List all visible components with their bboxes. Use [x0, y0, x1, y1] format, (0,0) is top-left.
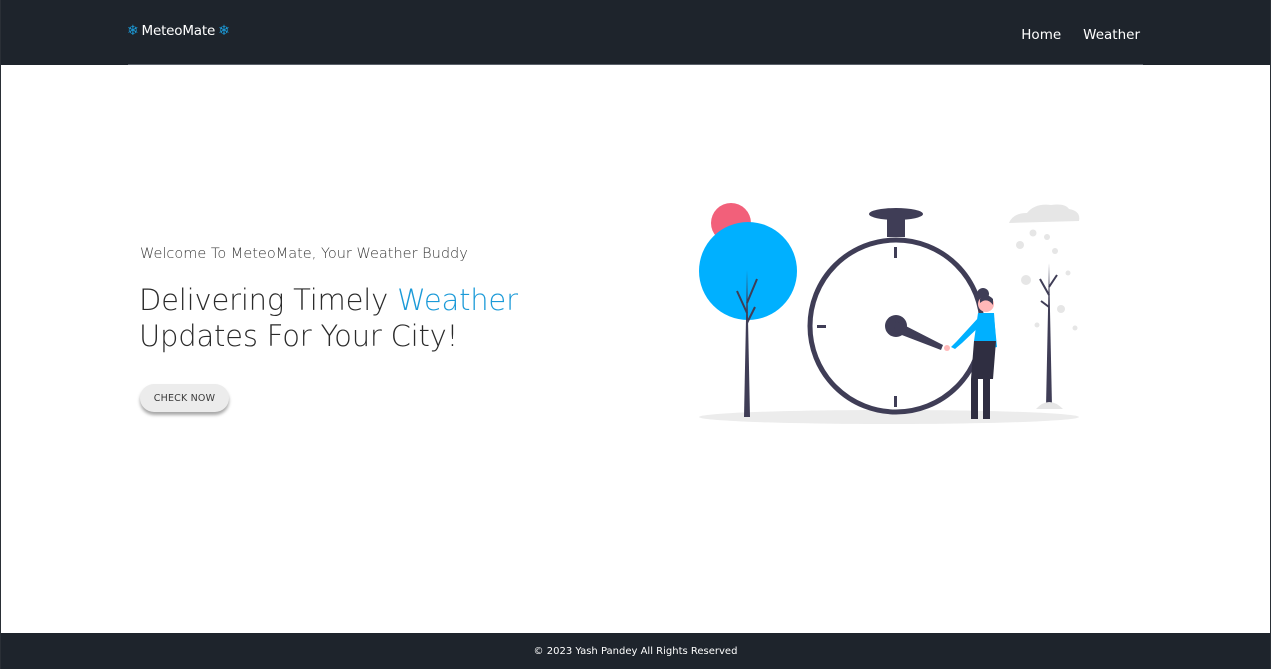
footer: © 2023 Yash Pandey All Rights Reserved [1, 633, 1270, 669]
hero-subtitle: Welcome To MeteoMate, Your Weather Buddy [140, 246, 468, 262]
footer-copyright: © 2023 Yash Pandey All Rights Reserved [533, 645, 738, 657]
hero-title: Delivering Timely Weather Updates For You… [139, 282, 579, 354]
check-now-button[interactable]: CHECK NOW [140, 384, 229, 412]
brand-logo[interactable]: ❄ MeteoMate ❄ [127, 23, 230, 39]
snowflake-icon: ❄ [127, 23, 139, 39]
nav-links: Home Weather [1021, 27, 1140, 43]
navbar: ❄ MeteoMate ❄ Home Weather [1, 0, 1270, 65]
nav-link-home[interactable]: Home [1021, 27, 1061, 43]
hero-title-accent: Weather [397, 283, 518, 317]
snowflake-icon: ❄ [218, 23, 230, 39]
hero-title-part1: Delivering Timely [139, 283, 398, 317]
brand-name: MeteoMate [141, 23, 216, 39]
page: ❄ MeteoMate ❄ Home Weather Welcome To Me… [0, 0, 1271, 669]
nav-link-weather[interactable]: Weather [1083, 27, 1140, 43]
hero-title-part2: Updates For Your City! [139, 319, 459, 353]
hero-illustration [699, 203, 1080, 424]
